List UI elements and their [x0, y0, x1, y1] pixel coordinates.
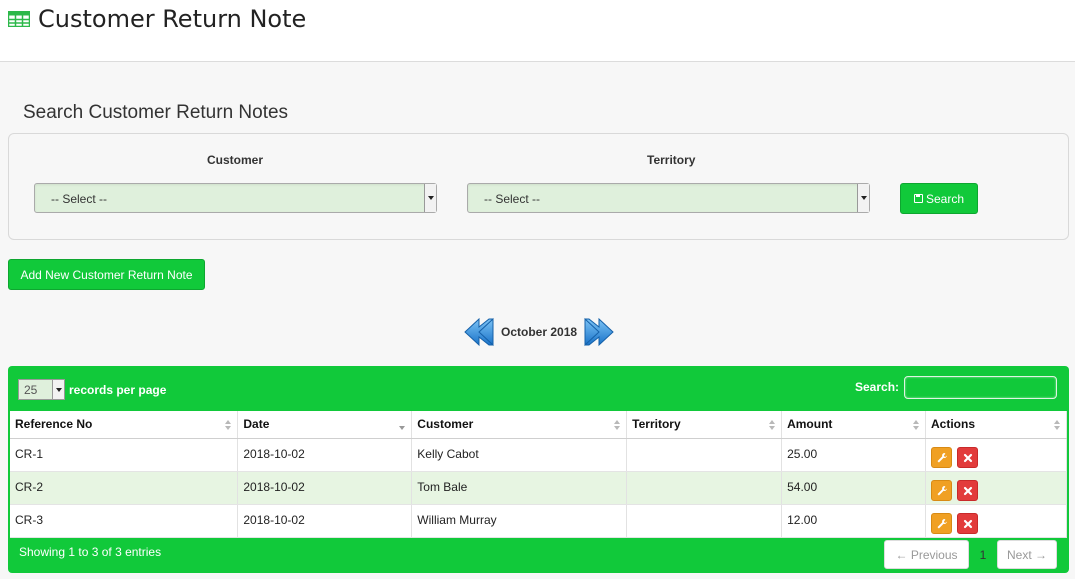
cell-reference-no: CR-3 [10, 504, 239, 538]
chevron-down-icon [857, 184, 869, 212]
cell-amount: 54.00 [781, 471, 927, 505]
current-month-label: October 2018 [501, 325, 578, 339]
cell-territory [626, 504, 783, 538]
wrench-icon [937, 485, 948, 495]
sort-desc-icon [399, 420, 406, 430]
table-row: CR-1 2018-10-02 Kelly Cabot 25.00 [10, 438, 1067, 472]
cell-customer: Kelly Cabot [411, 438, 628, 472]
wrench-icon [937, 452, 948, 462]
cell-actions [925, 471, 1067, 505]
customer-label: Customer [207, 153, 264, 167]
page-length-label: records per page [69, 383, 167, 397]
sort-icon [225, 420, 232, 430]
edit-button[interactable] [931, 446, 953, 468]
column-header-date[interactable]: Date [237, 411, 413, 439]
search-button[interactable]: Search [900, 183, 978, 214]
close-icon [964, 453, 973, 462]
delete-button[interactable] [957, 512, 979, 534]
table-header-row: Reference No Date Customer Territory Amo… [10, 411, 1067, 439]
territory-select[interactable]: -- Select -- [467, 183, 870, 213]
column-header-reference-no[interactable]: Reference No [10, 411, 239, 439]
sort-icon [769, 420, 776, 430]
month-navigation: October 2018 [463, 317, 615, 347]
cell-customer: William Murray [411, 504, 628, 538]
page-length-value: 25 [24, 383, 38, 397]
data-table-panel: 25 records per page Search: Reference No… [8, 366, 1069, 573]
cell-date: 2018-10-02 [237, 438, 413, 472]
sort-icon [614, 420, 621, 430]
top-bar: Customer Return Note [0, 0, 1075, 62]
territory-label: Territory [647, 153, 696, 167]
column-header-amount[interactable]: Amount [781, 411, 927, 439]
cell-date: 2018-10-02 [237, 504, 413, 538]
cell-actions [925, 438, 1067, 472]
cell-territory [626, 438, 783, 472]
page-title: Customer Return Note [7, 5, 307, 33]
cell-date: 2018-10-02 [237, 471, 413, 505]
chevron-down-icon [52, 380, 64, 399]
search-panel: Customer -- Select -- Territory -- Selec… [8, 133, 1069, 240]
page-length-select[interactable]: 25 [18, 379, 65, 400]
search-button-label: Search [925, 191, 965, 206]
cell-customer: Tom Bale [411, 471, 628, 505]
territory-select-value: -- Select -- [484, 192, 541, 206]
search-section-title: Search Customer Return Notes [23, 102, 289, 123]
cell-reference-no: CR-1 [10, 438, 239, 472]
close-icon [964, 519, 973, 528]
delete-button[interactable] [957, 479, 979, 501]
delete-button[interactable] [957, 446, 979, 468]
close-icon [964, 486, 973, 495]
column-header-actions[interactable]: Actions [925, 411, 1067, 439]
edit-button[interactable] [931, 512, 953, 534]
table-info-text: Showing 1 to 3 of 3 entries [19, 545, 162, 559]
edit-button[interactable] [931, 479, 953, 501]
chevron-down-icon [424, 184, 436, 212]
next-page-button[interactable]: Next → [997, 540, 1057, 569]
customer-select-value: -- Select -- [51, 192, 108, 206]
cell-amount: 25.00 [781, 438, 927, 472]
sort-icon [1054, 420, 1061, 430]
cell-reference-no: CR-2 [10, 471, 239, 505]
current-page-number[interactable]: 1 [969, 548, 997, 562]
previous-page-button[interactable]: ← Previous [884, 540, 969, 569]
previous-month-icon[interactable] [463, 317, 495, 347]
column-header-territory[interactable]: Territory [626, 411, 783, 439]
next-month-icon[interactable] [583, 317, 615, 347]
page-title-text: Customer Return Note [38, 5, 307, 33]
column-header-customer[interactable]: Customer [411, 411, 628, 439]
sort-icon [913, 420, 920, 430]
cell-territory [626, 471, 783, 505]
table-row: CR-2 2018-10-02 Tom Bale 54.00 [10, 471, 1067, 505]
grid-icon [7, 10, 31, 28]
cell-actions [925, 504, 1067, 538]
wrench-icon [937, 518, 948, 528]
floppy-disk-icon [913, 194, 923, 203]
customer-select[interactable]: -- Select -- [34, 183, 437, 213]
table-row: CR-3 2018-10-02 William Murray 12.00 [10, 504, 1067, 538]
pagination: ← Previous 1 Next → [884, 540, 1057, 569]
table-search-input[interactable] [904, 376, 1057, 399]
return-notes-table: Reference No Date Customer Territory Amo… [10, 411, 1067, 538]
cell-amount: 12.00 [781, 504, 927, 538]
table-search-label: Search: [855, 380, 900, 394]
add-customer-return-note-button[interactable]: Add New Customer Return Note [8, 259, 205, 290]
